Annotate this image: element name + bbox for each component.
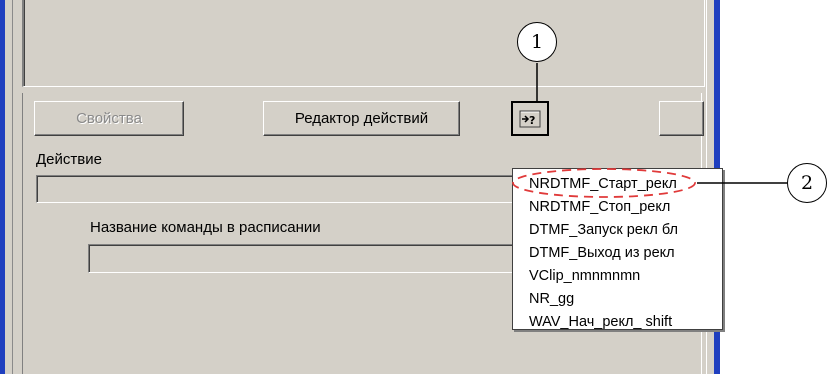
annotation-overlay (512, 63, 787, 198)
highlight-ellipse (512, 168, 696, 198)
callout-2: 2 (787, 163, 827, 203)
callout-1: 1 (517, 22, 557, 62)
